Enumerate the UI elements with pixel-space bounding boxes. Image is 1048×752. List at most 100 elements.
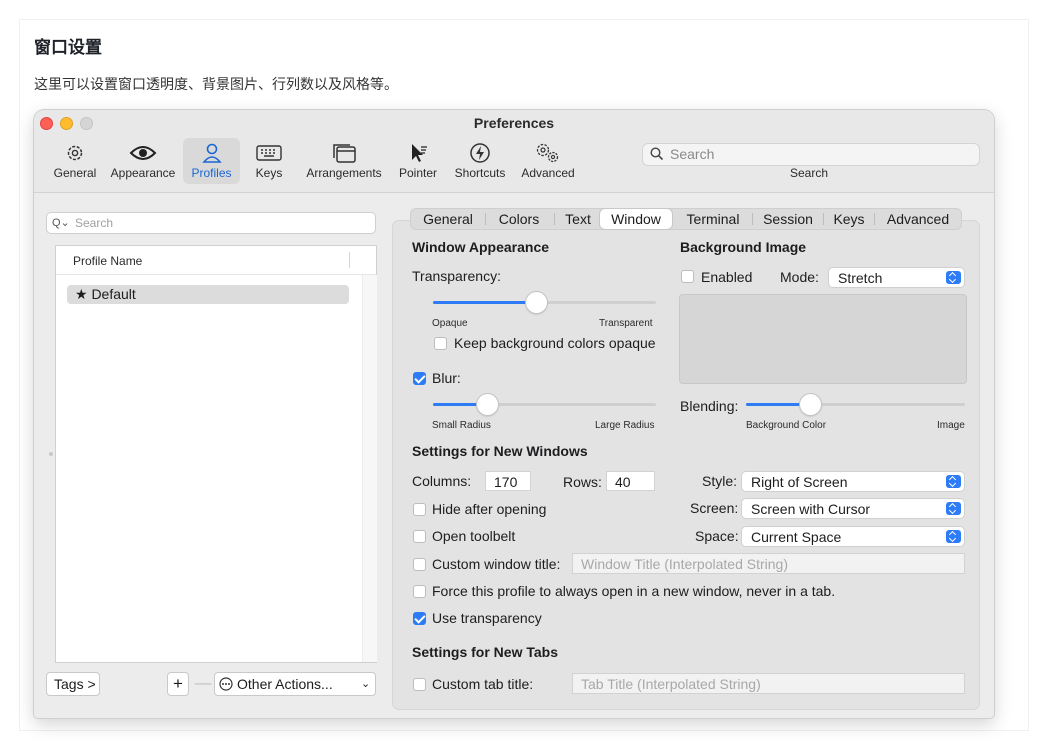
chevron-updown-icon <box>946 530 961 543</box>
tab-terminal[interactable]: Terminal <box>677 209 749 229</box>
transparency-slider-knob[interactable] <box>526 292 547 313</box>
toolbar-keys[interactable]: Keys <box>250 138 288 184</box>
tab-divider <box>874 213 875 225</box>
remove-profile-button[interactable]: — <box>192 672 214 696</box>
blur-label: Blur: <box>432 370 461 386</box>
style-value: Right of Screen <box>751 474 848 490</box>
ellipsis-circle-icon <box>219 677 233 694</box>
custom-window-title-checkbox[interactable] <box>413 558 426 571</box>
window-title: Preferences <box>473 115 555 131</box>
toolbar-appearance[interactable]: Appearance <box>108 138 178 184</box>
tab-text[interactable]: Text <box>558 209 598 229</box>
toolbar-shortcuts[interactable]: Shortcuts <box>450 138 510 184</box>
space-popup[interactable]: Current Space <box>741 526 965 547</box>
tab-advanced[interactable]: Advanced <box>878 209 958 229</box>
blur-min-label: Small Radius <box>432 420 491 431</box>
blur-checkbox[interactable] <box>413 372 426 385</box>
rows-field[interactable]: 40 <box>606 471 655 491</box>
toolbar-search-input[interactable]: Search <box>642 143 980 166</box>
add-profile-button[interactable]: + <box>167 672 189 696</box>
blur-max-label: Large Radius <box>595 420 655 431</box>
keep-bg-opaque-checkbox[interactable] <box>434 337 447 350</box>
bg-enabled-label: Enabled <box>701 269 753 285</box>
screen-popup[interactable]: Screen with Cursor <box>741 498 965 519</box>
blending-slider-knob[interactable] <box>800 394 821 415</box>
toolbar-label: Advanced <box>521 166 575 180</box>
mode-value: Stretch <box>838 270 883 286</box>
tags-button[interactable]: Tags > <box>46 672 100 696</box>
toolbar-label: Profiles <box>191 166 232 180</box>
screen-value: Screen with Cursor <box>751 501 871 517</box>
search-placeholder: Search <box>670 146 715 162</box>
hide-after-opening-checkbox[interactable] <box>413 503 426 516</box>
toolbar-arrangements[interactable]: Arrangements <box>302 138 386 184</box>
use-transparency-checkbox[interactable] <box>413 612 426 625</box>
tab-general[interactable]: General <box>415 209 481 229</box>
blending-label: Blending: <box>680 398 739 414</box>
tab-keys[interactable]: Keys <box>827 209 871 229</box>
keep-bg-opaque-label: Keep background colors opaque <box>454 335 656 351</box>
custom-tab-title-label: Custom tab title: <box>432 676 534 692</box>
person-icon <box>183 138 240 166</box>
profile-column-header[interactable]: Profile Name <box>56 246 376 275</box>
force-new-window-checkbox[interactable] <box>413 585 426 598</box>
custom-tab-title-checkbox[interactable] <box>413 678 426 691</box>
profile-search-placeholder: Search <box>75 216 114 230</box>
bolt-icon <box>450 138 510 166</box>
profile-row-label: ★ Default <box>75 286 136 302</box>
toolbar-general[interactable]: General <box>50 138 100 184</box>
tab-colors[interactable]: Colors <box>489 209 549 229</box>
toolbar-advanced[interactable]: Advanced <box>518 138 578 184</box>
open-toolbelt-label: Open toolbelt <box>432 528 516 544</box>
space-value: Current Space <box>751 529 842 545</box>
columns-field[interactable]: 170 <box>485 471 531 491</box>
toolbar-profiles[interactable]: Profiles <box>183 138 240 184</box>
custom-tab-title-input[interactable]: Tab Title (Interpolated String) <box>572 673 965 694</box>
toolbar-label: General <box>53 166 97 180</box>
transparency-min-label: Opaque <box>432 318 468 329</box>
tab-session[interactable]: Session <box>756 209 820 229</box>
gears-icon <box>518 138 578 166</box>
search-icon: Q⌄ <box>52 217 70 229</box>
force-new-window-label: Force this profile to always open in a n… <box>432 583 836 599</box>
profile-list-scrollbar[interactable] <box>362 275 377 662</box>
toolbar-pointer[interactable]: Pointer <box>396 138 440 184</box>
toolbar-label: Arrangements <box>306 166 382 180</box>
blending-max-label: Image <box>937 420 965 431</box>
chevron-updown-icon <box>946 271 961 284</box>
background-image-well[interactable] <box>679 294 967 384</box>
other-actions-button[interactable]: Other Actions... ⌄ <box>214 672 376 696</box>
profile-list: Profile Name ★ Default <box>55 245 377 663</box>
preferences-window: Preferences General Appearance Profiles … <box>34 110 994 718</box>
space-label: Space: <box>695 528 739 544</box>
chevron-updown-icon <box>946 502 961 515</box>
window-appearance-heading: Window Appearance <box>412 239 550 255</box>
keyboard-icon <box>250 138 288 166</box>
profile-search-input[interactable]: Q⌄ Search <box>46 212 376 234</box>
transparency-slider-fill <box>433 301 536 304</box>
tab-window[interactable]: Window <box>600 209 672 229</box>
transparency-label: Transparency: <box>412 268 501 284</box>
split-handle[interactable] <box>49 452 53 456</box>
bg-enabled-checkbox[interactable] <box>681 270 694 283</box>
tab-divider <box>554 213 555 225</box>
gear-icon <box>50 138 100 166</box>
use-transparency-label: Use transparency <box>432 610 542 626</box>
open-toolbelt-checkbox[interactable] <box>413 530 426 543</box>
toolbar-label: Appearance <box>110 166 176 180</box>
chevron-down-icon: ⌄ <box>361 678 371 690</box>
blur-slider-knob[interactable] <box>477 394 498 415</box>
doc-description: 这里可以设置窗口透明度、背景图片、行列数以及风格等。 <box>34 76 398 92</box>
tags-button-label: Tags > <box>54 676 96 692</box>
custom-window-title-label: Custom window title: <box>432 556 561 572</box>
column-divider <box>349 252 350 268</box>
profile-row-default[interactable]: ★ Default <box>67 285 349 304</box>
style-popup[interactable]: Right of Screen <box>741 471 965 492</box>
hide-after-opening-label: Hide after opening <box>432 501 547 517</box>
transparency-max-label: Transparent <box>599 318 653 329</box>
custom-window-title-input[interactable]: Window Title (Interpolated String) <box>572 553 965 574</box>
screen-label: Screen: <box>690 500 739 516</box>
mode-popup[interactable]: Stretch <box>828 267 965 288</box>
titlebar: Preferences General Appearance Profiles … <box>34 110 994 193</box>
chevron-updown-icon <box>946 475 961 488</box>
